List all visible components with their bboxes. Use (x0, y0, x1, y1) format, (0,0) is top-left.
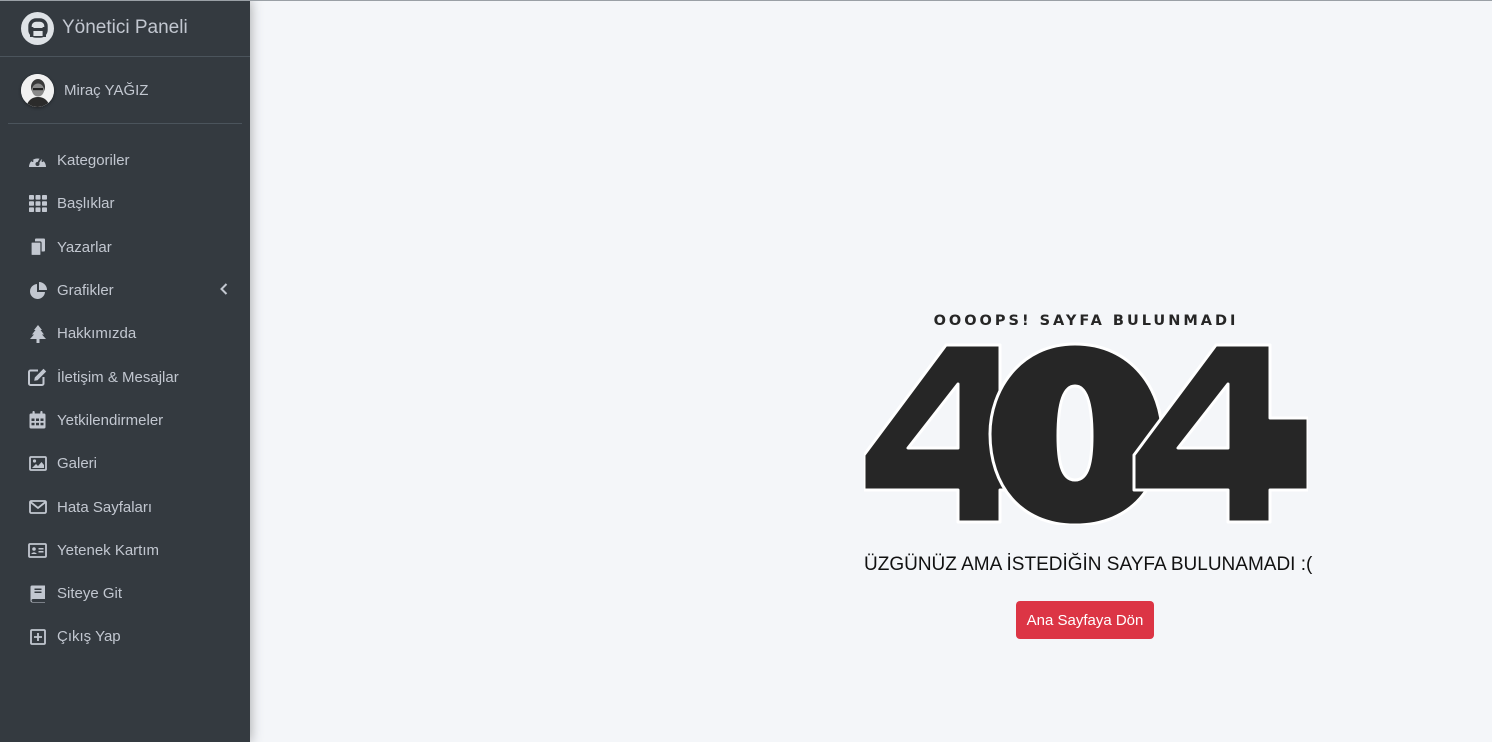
copy-icon (28, 238, 47, 257)
user-name: Miraç YAĞIZ (64, 81, 149, 99)
back-to-home-button[interactable]: Ana Sayfaya Dön (1016, 601, 1154, 639)
sidebar-item-label: Hakkımızda (57, 325, 137, 343)
sidebar-item-kategoriler[interactable]: Kategoriler (0, 139, 250, 182)
sidebar-item-siteye-git[interactable]: Siteye Git (0, 572, 250, 615)
content-area: OOOOPS! SAYFA BULUNMADI 404 ÜZGÜNÜZ AMA … (250, 1, 1492, 742)
sidebar-item-iletisim[interactable]: İletişim & Mesajlar (0, 355, 250, 398)
avatar (21, 73, 54, 107)
envelope-icon (28, 498, 47, 517)
sidebar-item-basliklar[interactable]: Başlıklar (0, 182, 250, 225)
sidebar-nav: Kategoriler Başlıklar Yazarlar Grafikler (0, 124, 250, 659)
grid-icon (28, 194, 47, 213)
sidebar-item-yetkilendirmeler[interactable]: Yetkilendirmeler (0, 399, 250, 442)
sidebar-item-label: Başlıklar (57, 195, 115, 213)
sidebar-item-galeri[interactable]: Galeri (0, 442, 250, 485)
logo-a-icon (21, 11, 54, 45)
sidebar-item-yetenek-kartim[interactable]: Yetenek Kartım (0, 529, 250, 572)
tachometer-icon (28, 151, 47, 170)
edit-icon (28, 368, 47, 387)
not-found-message: ÜZGÜNÜZ AMA İSTEDİĞİN SAYFA BULUNAMADI :… (864, 554, 1313, 575)
calendar-icon (28, 411, 47, 430)
sidebar-item-label: Yetkilendirmeler (57, 411, 164, 429)
sidebar-item-cikis-yap[interactable]: Çıkış Yap (0, 615, 250, 658)
sidebar-item-label: Kategoriler (57, 152, 130, 170)
sidebar-item-grafikler[interactable]: Grafikler (0, 269, 250, 312)
sidebar-item-label: Hata Sayfaları (57, 498, 153, 516)
sidebar-item-label: Çıkış Yap (57, 628, 121, 646)
sidebar-item-hakkimizda[interactable]: Hakkımızda (0, 312, 250, 355)
brand-title: Yönetici Paneli (62, 17, 188, 38)
sidebar: Yönetici Paneli Miraç YAĞIZ Kategoriler (0, 0, 250, 742)
tree-icon (28, 324, 47, 343)
pie-chart-icon (28, 281, 47, 300)
sidebar-item-label: Yazarlar (57, 238, 112, 256)
sidebar-item-label: Siteye Git (57, 585, 123, 603)
chevron-left-icon (220, 282, 228, 300)
sidebar-item-label: Yetenek Kartım (57, 541, 160, 559)
plus-square-icon (28, 627, 47, 646)
window-top-border (0, 0, 1492, 1)
error-code-404: 404 (864, 342, 1308, 525)
book-icon (28, 584, 47, 603)
sidebar-item-yazarlar[interactable]: Yazarlar (0, 226, 250, 269)
user-panel[interactable]: Miraç YAĞIZ (8, 57, 242, 124)
brand-link[interactable]: Yönetici Paneli (0, 0, 250, 57)
sidebar-item-label: Galeri (57, 455, 98, 473)
id-card-icon (28, 541, 47, 560)
sidebar-item-label: Grafikler (57, 282, 114, 300)
not-found-heading: OOOOPS! SAYFA BULUNMADI (933, 313, 1239, 329)
image-icon (28, 454, 47, 473)
sidebar-item-hata-sayfalari[interactable]: Hata Sayfaları (0, 485, 250, 528)
sidebar-item-label: İletişim & Mesajlar (57, 368, 179, 386)
